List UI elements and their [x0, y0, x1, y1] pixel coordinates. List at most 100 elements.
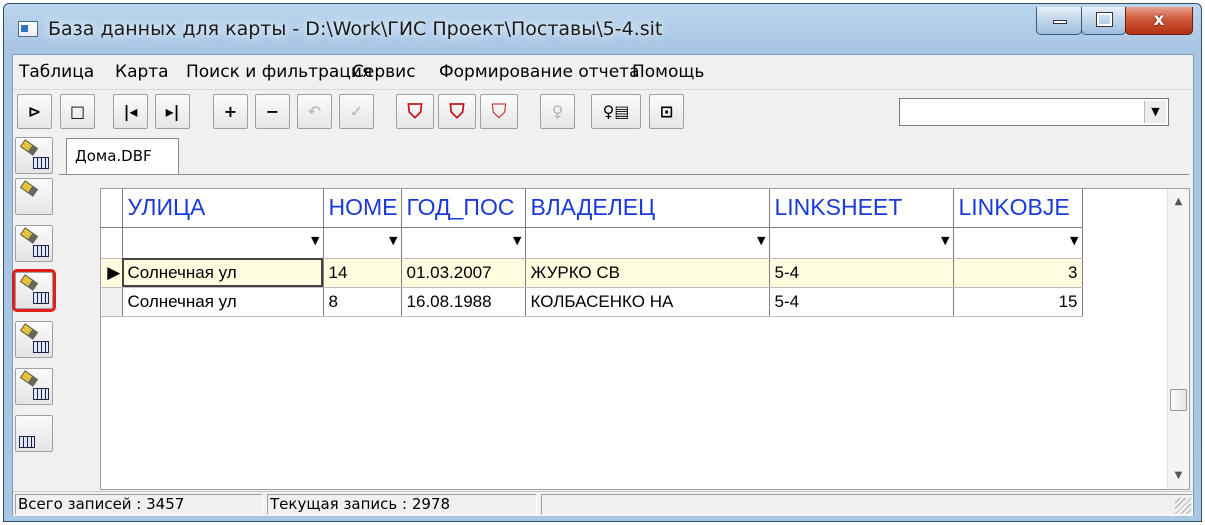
- table-cell[interactable]: Солнечная ул: [122, 287, 324, 317]
- confirm-button[interactable]: ✓: [339, 94, 374, 129]
- side-button-pencil-table[interactable]: [15, 225, 53, 262]
- minimize-icon: [1053, 20, 1067, 24]
- toolbar-combo[interactable]: ▼: [899, 98, 1169, 126]
- side-toolbar: [12, 135, 56, 490]
- scrollbar-thumb[interactable]: [1170, 389, 1187, 411]
- status-empty-pane: [541, 494, 1193, 515]
- map-objects-button[interactable]: ⊡: [649, 94, 684, 129]
- first-record-button[interactable]: |◂: [113, 94, 148, 129]
- side-button-pencil-arrow[interactable]: [15, 178, 53, 215]
- menu-map[interactable]: Карта: [115, 62, 169, 82]
- table-cell[interactable]: 5-4: [769, 258, 954, 288]
- table-row[interactable]: Солнечная ул 8 16.08.1988 КОЛБАСЕНКО НА …: [101, 287, 1083, 317]
- table-cell[interactable]: 16.08.1988: [401, 287, 526, 317]
- menu-report[interactable]: Формирование отчета: [439, 62, 639, 82]
- toolbar: ⊳ □ |◂ ▸| + − ↶ ✓ ⛉ ⛉ ⛉ ♀ ♀▤ ⊡ ▼: [13, 90, 1193, 134]
- side-button-delete-table[interactable]: [15, 321, 53, 358]
- menu-help[interactable]: Помощь: [632, 62, 704, 82]
- chevron-down-icon[interactable]: ▼: [1070, 234, 1078, 247]
- delete-records-icon: [33, 388, 49, 400]
- chevron-down-icon[interactable]: ▼: [513, 234, 521, 247]
- filter-icon: ⛉: [407, 99, 423, 123]
- filter-dropdown-street[interactable]: ▼: [122, 227, 324, 259]
- chevron-down-icon[interactable]: ▼: [941, 234, 949, 247]
- undo-icon: ↶: [307, 102, 322, 121]
- open-folder-button[interactable]: ⊳: [17, 94, 52, 129]
- filter-dropdown-year[interactable]: ▼: [401, 227, 526, 259]
- info-table-button[interactable]: ♀▤: [591, 94, 641, 129]
- window-title: База данных для карты - D:\Work\ГИС Прое…: [48, 18, 663, 40]
- side-button-delete-records[interactable]: [15, 368, 53, 405]
- filter-clear-icon: ⛉: [491, 99, 507, 123]
- menu-service[interactable]: Сервис: [352, 62, 416, 82]
- filter-add-icon: ⛉: [449, 99, 465, 123]
- tab-doma-dbf[interactable]: Дома.DBF: [66, 138, 179, 175]
- header-row: УЛИЦА НОМЕ ГОД_ПОС ВЛАДЕЛЕЦ LINKSHEET LI…: [101, 189, 1083, 228]
- row-indicator: [101, 227, 123, 259]
- info-button[interactable]: ♀: [540, 94, 575, 129]
- side-button-add-table[interactable]: [15, 137, 53, 174]
- add-record-button[interactable]: +: [213, 94, 248, 129]
- row-indicator: [101, 287, 123, 317]
- last-record-button[interactable]: ▸|: [155, 94, 190, 129]
- table-cell[interactable]: 14: [323, 258, 402, 288]
- table-cell[interactable]: ЖУРКО СВ: [525, 258, 770, 288]
- folder-button[interactable]: □: [60, 94, 95, 129]
- scroll-down-icon[interactable]: ▼: [1168, 465, 1189, 487]
- column-header-linksheet[interactable]: LINKSHEET: [769, 189, 954, 228]
- table-cell[interactable]: КОЛБАСЕНКО НА: [525, 287, 770, 317]
- add-table-filter-icon: [33, 157, 49, 169]
- table-cell[interactable]: 15: [953, 287, 1083, 317]
- table-cell[interactable]: Солнечная ул: [122, 258, 324, 288]
- column-header-linkobject[interactable]: LINKOBJE: [953, 189, 1083, 228]
- side-button-table-edit[interactable]: [15, 415, 53, 452]
- title-bar[interactable]: База данных для карты - D:\Work\ГИС Прое…: [4, 4, 1201, 54]
- resize-grip-icon[interactable]: [1175, 498, 1191, 514]
- minimize-button[interactable]: [1036, 7, 1082, 35]
- pencil-icon: [19, 139, 39, 156]
- add-record-icon: +: [223, 102, 238, 121]
- filter-dropdown-linkobject[interactable]: ▼: [953, 227, 1083, 259]
- filter-clear-button[interactable]: ⛉: [480, 94, 518, 129]
- delete-record-button[interactable]: −: [255, 94, 290, 129]
- scroll-up-icon[interactable]: ▲: [1168, 191, 1189, 213]
- last-record-icon: ▸|: [165, 102, 180, 121]
- undo-button[interactable]: ↶: [297, 94, 332, 129]
- filter-dropdown-owner[interactable]: ▼: [525, 227, 770, 259]
- maximize-button[interactable]: [1081, 7, 1126, 35]
- menu-table[interactable]: Таблица: [19, 62, 94, 82]
- vertical-scrollbar[interactable]: ▲ ▼: [1167, 189, 1189, 489]
- column-header-street[interactable]: УЛИЦА: [122, 189, 324, 228]
- close-button[interactable]: x: [1125, 7, 1193, 35]
- pencil-icon: [19, 323, 39, 340]
- filter-button[interactable]: ⛉: [396, 94, 434, 129]
- delete-record-icon: −: [265, 102, 280, 121]
- close-icon: x: [1153, 10, 1165, 30]
- info-icon: ♀: [551, 102, 564, 121]
- column-header-owner[interactable]: ВЛАДЕЛЕЦ: [525, 189, 770, 228]
- table-cell[interactable]: 8: [323, 287, 402, 317]
- table-edit-icon: [19, 436, 35, 448]
- chevron-down-icon[interactable]: ▼: [1144, 101, 1166, 123]
- folder-icon: □: [69, 102, 86, 121]
- records-table: УЛИЦА НОМЕ ГОД_ПОС ВЛАДЕЛЕЦ LINKSHEET LI…: [101, 189, 1083, 317]
- chevron-down-icon[interactable]: ▼: [757, 234, 765, 247]
- table-cell[interactable]: 01.03.2007: [401, 258, 526, 288]
- table-row[interactable]: ▶ Солнечная ул 14 01.03.2007 ЖУРКО СВ 5-…: [101, 258, 1083, 288]
- info-table-icon: ♀▤: [602, 102, 630, 121]
- side-button-highlighted[interactable]: [12, 269, 56, 312]
- first-record-icon: |◂: [123, 102, 138, 121]
- menu-search-filter[interactable]: Поиск и фильтрация: [186, 62, 372, 82]
- chevron-down-icon[interactable]: ▼: [311, 234, 319, 247]
- status-total-records: Всего записей : 3457: [15, 494, 263, 515]
- chevron-down-icon[interactable]: ▼: [389, 234, 397, 247]
- table-cell[interactable]: 5-4: [769, 287, 954, 317]
- filter-dropdown-number[interactable]: ▼: [323, 227, 402, 259]
- table-cell[interactable]: 3: [953, 258, 1083, 288]
- column-header-year[interactable]: ГОД_ПОС: [401, 189, 526, 228]
- filter-add-button[interactable]: ⛉: [438, 94, 476, 129]
- filter-dropdown-linksheet[interactable]: ▼: [769, 227, 954, 259]
- pencil-icon: [19, 370, 39, 387]
- column-header-number[interactable]: НОМЕ: [323, 189, 402, 228]
- maximize-icon: [1096, 12, 1113, 27]
